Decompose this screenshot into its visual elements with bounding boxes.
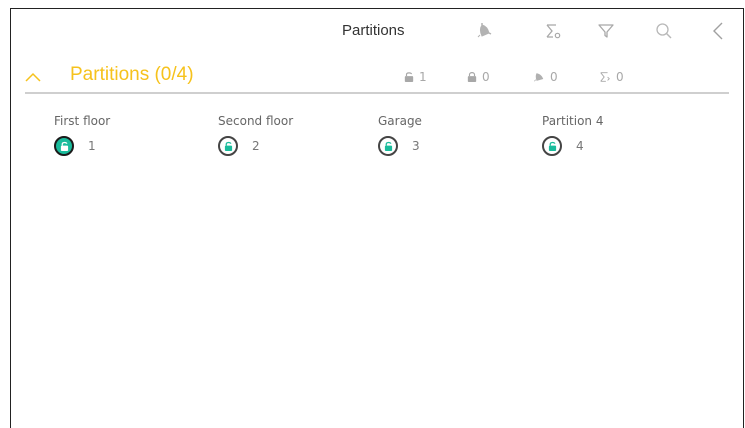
top-bar: Partitions	[11, 9, 743, 55]
chevron-up-icon[interactable]	[24, 68, 42, 86]
alarm-bell-icon[interactable]	[474, 21, 494, 41]
unlocked-count: 1	[404, 69, 427, 85]
locked-count-value: 0	[482, 70, 490, 84]
partition-name: Partition 4	[542, 114, 604, 128]
section-divider	[25, 92, 729, 94]
partition-number: 1	[88, 139, 96, 153]
partition-name: Garage	[378, 114, 422, 128]
back-icon[interactable]	[709, 21, 729, 41]
bypass-count-value: 0	[616, 70, 624, 84]
partition-unlocked-icon[interactable]	[218, 136, 238, 156]
partition-name: Second floor	[218, 114, 294, 128]
unlocked-count-value: 1	[419, 70, 427, 84]
alarm-count-value: 0	[550, 70, 558, 84]
partition-unlocked-icon[interactable]	[542, 136, 562, 156]
page-title: Partitions	[342, 22, 405, 39]
partition-unlocked-icon[interactable]	[54, 136, 74, 156]
locked-count: 0	[467, 69, 490, 85]
partition-number: 2	[252, 139, 260, 153]
unlocked-lock-icon	[404, 72, 414, 82]
section-title: Partitions (0/4)	[70, 64, 194, 85]
partition-number: 4	[576, 139, 584, 153]
partition-item[interactable]: Garage 3	[378, 114, 422, 156]
partition-item[interactable]: Second floor 2	[218, 114, 293, 156]
bypass-count: 0	[599, 69, 624, 85]
bypass-settings-icon[interactable]	[543, 21, 563, 41]
search-icon[interactable]	[654, 21, 674, 41]
filter-icon[interactable]	[596, 21, 616, 41]
app-window: Partitions Partitions (0/4) 1 0 0 0 Firs…	[10, 8, 744, 428]
alarm-bell-small-icon	[533, 73, 544, 82]
partition-item[interactable]: First floor 1	[54, 114, 110, 156]
partitions-section-header[interactable]: Partitions (0/4) 1 0 0 0	[11, 59, 743, 95]
locked-lock-icon	[467, 72, 477, 82]
partition-number: 3	[412, 139, 420, 153]
alarm-count: 0	[532, 69, 558, 85]
bypass-small-icon	[600, 72, 610, 82]
partition-name: First floor	[54, 114, 111, 128]
partition-item[interactable]: Partition 4 4	[542, 114, 603, 156]
partition-unlocked-icon[interactable]	[378, 136, 398, 156]
